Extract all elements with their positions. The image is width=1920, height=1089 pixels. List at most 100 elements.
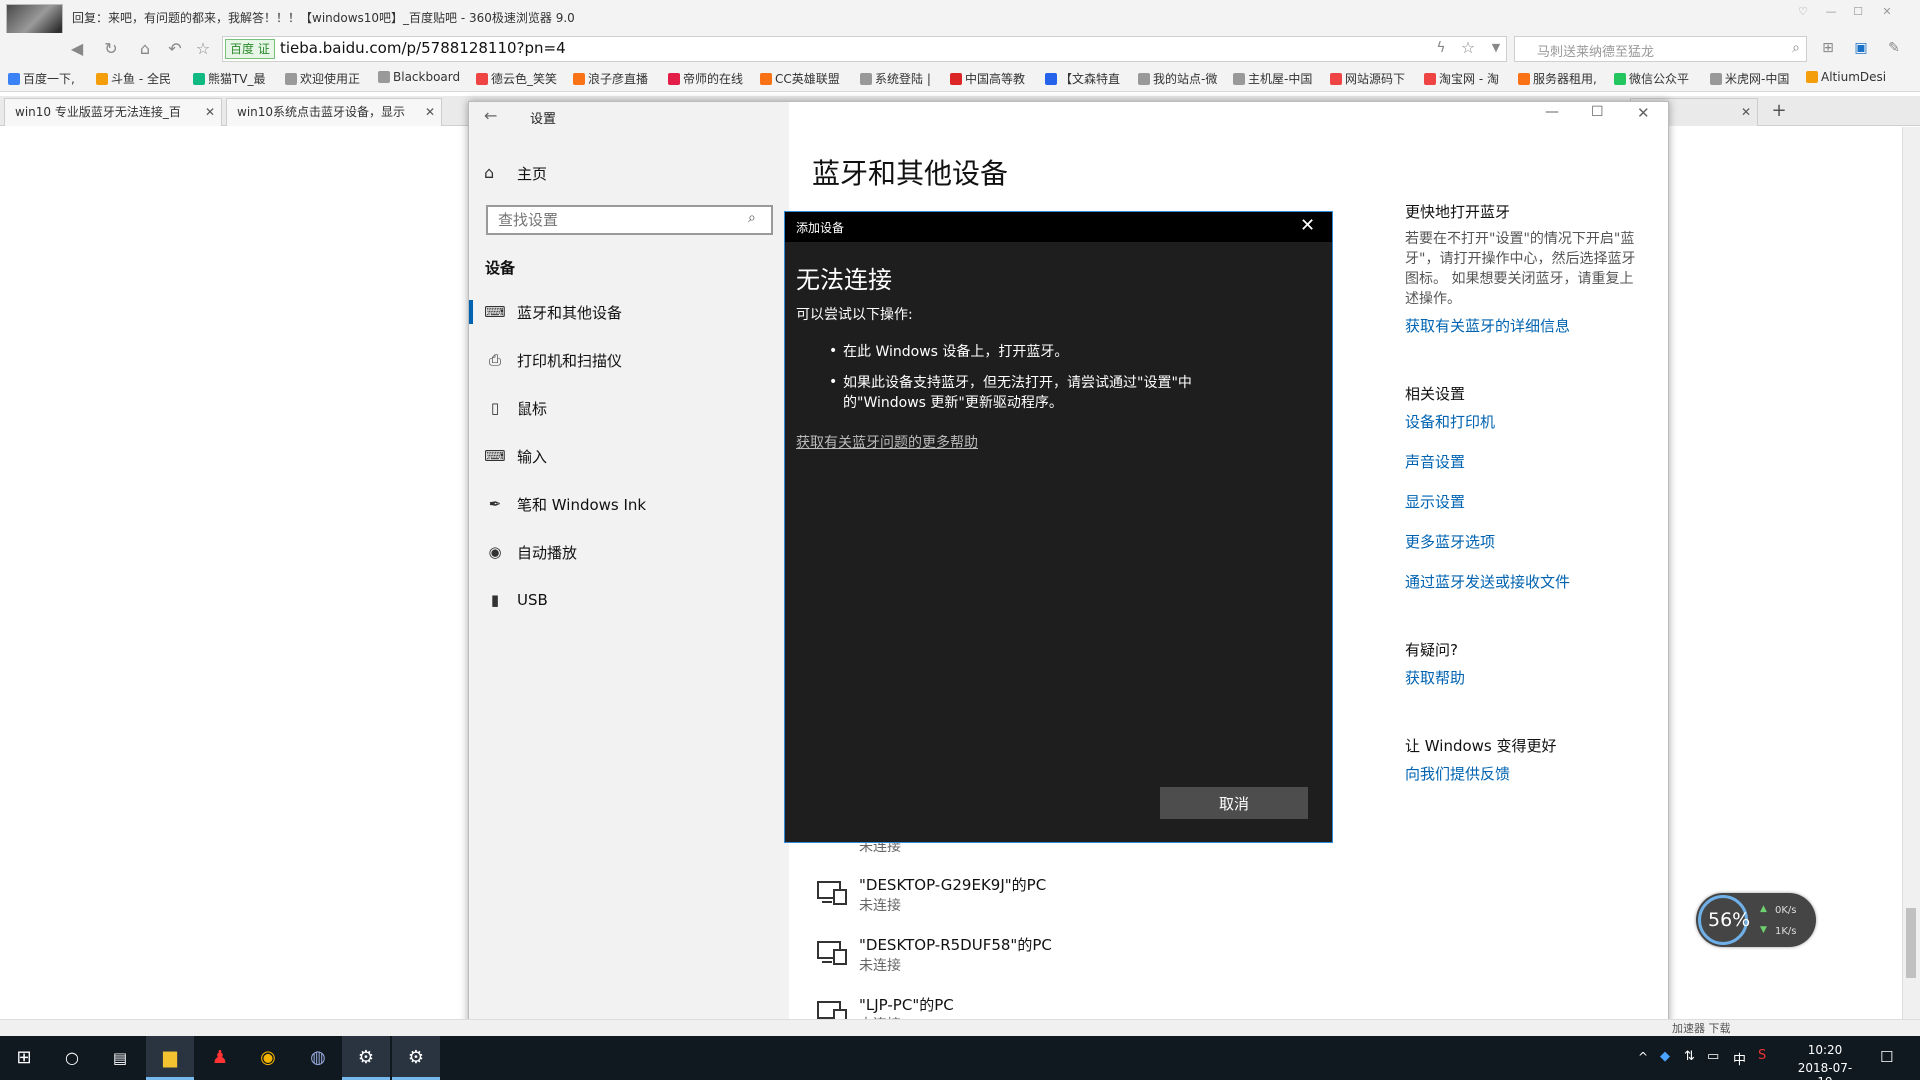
nav-label: 输入	[517, 447, 548, 466]
bookmark-item[interactable]: 熊猫TV_最	[193, 70, 266, 87]
nav-item-autoplay[interactable]: ◉ 自动播放	[484, 540, 577, 564]
bookmark-item[interactable]: 淘宝网 - 淘	[1424, 70, 1499, 87]
settings-minimize-icon[interactable]: —	[1545, 104, 1559, 120]
bookmark-item[interactable]: 米虎网-中国	[1710, 70, 1789, 87]
bookmark-item[interactable]: 主机屋-中国	[1233, 70, 1312, 87]
find-setting-input[interactable]	[486, 205, 773, 235]
display-icon[interactable]: ▭	[1707, 1049, 1719, 1064]
sound-settings-link[interactable]: 声音设置	[1405, 451, 1465, 472]
sogou-icon[interactable]: S	[1758, 1048, 1766, 1063]
undo-icon[interactable]: ↶	[164, 38, 186, 60]
minimize-icon[interactable]: —	[1820, 2, 1842, 22]
bookmark-item[interactable]: 德云色_笑笑	[476, 70, 557, 87]
nav-item-typing[interactable]: ⌨ 输入	[484, 444, 547, 468]
feedback-link[interactable]: 向我们提供反馈	[1405, 763, 1510, 784]
chrome-icon[interactable]: ◉	[244, 1036, 292, 1080]
url-text[interactable]: tieba.baidu.com/p/5788128110?pn=4	[280, 39, 566, 57]
more-bluetooth-options-link[interactable]: 更多蓝牙选项	[1405, 531, 1495, 552]
task-view-icon[interactable]: ▤	[96, 1036, 144, 1080]
bookmark-item[interactable]: 帝师的在线	[668, 70, 743, 87]
new-tab-button[interactable]: +	[1767, 100, 1791, 124]
bookmark-star-icon[interactable]: ☆	[1457, 37, 1479, 59]
bookmark-item[interactable]: 百度一下,	[8, 70, 75, 87]
reload-icon[interactable]: ↻	[100, 38, 122, 60]
download-speed: 1K/s	[1775, 926, 1797, 937]
cancel-button[interactable]: 取消	[1160, 787, 1308, 819]
lightning-icon[interactable]: ϟ	[1430, 37, 1452, 59]
tab-close-icon[interactable]: ✕	[1741, 99, 1751, 125]
search-icon[interactable]: ⌕	[748, 210, 756, 226]
clock-date[interactable]: 2018-07-19	[1795, 1061, 1855, 1089]
file-explorer-icon[interactable]: ▆	[146, 1036, 194, 1080]
settings-maximize-icon[interactable]: ☐	[1591, 104, 1604, 120]
display-settings-link[interactable]: 显示设置	[1405, 491, 1465, 512]
tab-close-icon[interactable]: ✕	[425, 99, 435, 125]
tray-expand-icon[interactable]: ^	[1638, 1050, 1648, 1064]
bluetooth-info-link[interactable]: 获取有关蓝牙的详细信息	[1405, 315, 1570, 336]
cert-badge[interactable]: 百度 证	[225, 39, 275, 59]
tray-app-icon[interactable]: ◆	[1660, 1049, 1670, 1064]
grid-icon[interactable]: ⊞	[1817, 37, 1839, 59]
back-arrow-icon[interactable]: ←	[484, 106, 497, 125]
bookmark-item[interactable]: AltiumDesi	[1806, 70, 1886, 84]
get-help-link[interactable]: 获取帮助	[1405, 667, 1465, 688]
bluetooth-help-link[interactable]: 获取有关蓝牙问题的更多帮助	[796, 432, 978, 452]
bookmark-item[interactable]: 服务器租用,	[1518, 70, 1597, 87]
settings-app-icon[interactable]: ⚙	[342, 1036, 390, 1080]
tab-1[interactable]: win10 专业版蓝牙无法连接_百 ✕	[4, 98, 222, 126]
tab-2[interactable]: win10系统点击蓝牙设备，显示 ✕	[226, 98, 442, 126]
device-name[interactable]: "DESKTOP-R5DUF58"的PC	[859, 934, 1052, 955]
dialog-close-icon[interactable]: ✕	[1300, 215, 1315, 236]
device-status: 未连接	[859, 958, 901, 974]
bookmark-item[interactable]: 网站源码下	[1330, 70, 1405, 87]
status-text[interactable]: 加速器 下载	[1672, 1020, 1731, 1036]
back-icon[interactable]: ◀	[66, 38, 88, 60]
bookmark-item[interactable]: 微信公众平	[1614, 70, 1689, 87]
search-icon[interactable]: ⌕	[1785, 37, 1807, 59]
dropdown-icon[interactable]: ▼	[1485, 37, 1507, 59]
qq-icon[interactable]: ♟	[196, 1036, 244, 1080]
home-icon[interactable]: ⌂	[134, 38, 156, 60]
close-window-icon[interactable]: ✕	[1876, 2, 1898, 22]
bookmark-item[interactable]: 斗鱼 - 全民	[96, 70, 171, 87]
page-scrollbar[interactable]	[1902, 127, 1920, 1019]
settings-app-icon-2[interactable]: ⚙	[392, 1036, 440, 1080]
browser-360-icon[interactable]: ◍	[294, 1036, 342, 1080]
send-receive-files-link[interactable]: 通过蓝牙发送或接收文件	[1405, 571, 1570, 592]
device-name[interactable]: "LJP-PC"的PC	[859, 994, 954, 1015]
nav-item-bluetooth[interactable]: ⌨ 蓝牙和其他设备	[484, 300, 622, 324]
search-input[interactable]: 马刺送莱纳德至猛龙	[1537, 41, 1654, 60]
devices-printers-link[interactable]: 设备和打印机	[1405, 411, 1495, 432]
bookmark-item[interactable]: 欢迎使用正	[285, 70, 360, 87]
nav-item-printers[interactable]: ⎙ 打印机和扫描仪	[484, 348, 622, 372]
home-icon[interactable]: ⌂	[484, 163, 494, 182]
bookmark-item[interactable]: 中国高等教	[950, 70, 1025, 87]
bookmark-item[interactable]: 系统登陆 |	[860, 70, 931, 87]
nav-item-mouse[interactable]: ▯ 鼠标	[484, 396, 547, 420]
network-icon[interactable]: ⇅	[1684, 1049, 1695, 1064]
input-language[interactable]: 中	[1733, 1049, 1746, 1068]
nav-item-pen[interactable]: ✒ 笔和 Windows Ink	[484, 492, 646, 516]
bookmark-item[interactable]: Blackboard	[378, 70, 460, 84]
home-nav-label[interactable]: 主页	[517, 163, 547, 184]
start-icon[interactable]: ⊞	[0, 1036, 48, 1080]
extension-icon[interactable]: ▣	[1850, 37, 1872, 59]
maximize-icon[interactable]: ☐	[1847, 2, 1869, 22]
bookmark-item[interactable]: 我的站点-微	[1138, 70, 1217, 87]
page-scrollbar-thumb[interactable]	[1906, 908, 1916, 978]
cortana-icon[interactable]: ○	[48, 1036, 96, 1080]
related-settings-heading: 相关设置	[1405, 385, 1466, 403]
bookmark-item[interactable]: 浪子彦直播	[573, 70, 648, 87]
bookmark-item[interactable]: 【文森特直	[1045, 70, 1120, 87]
tab-close-icon[interactable]: ✕	[205, 99, 215, 125]
question-heading: 有疑问?	[1405, 641, 1458, 659]
clock-time[interactable]: 10:20	[1795, 1043, 1855, 1057]
device-name[interactable]: "DESKTOP-G29EK9J"的PC	[859, 874, 1046, 895]
action-center-icon[interactable]: ☐	[1880, 1048, 1893, 1066]
tools-icon[interactable]: ✎	[1883, 37, 1905, 59]
skin-icon[interactable]: ♡	[1792, 2, 1814, 22]
favorite-icon[interactable]: ☆	[192, 38, 214, 60]
nav-item-usb[interactable]: ▮ USB	[484, 588, 548, 612]
settings-close-icon[interactable]: ✕	[1637, 104, 1650, 122]
bookmark-item[interactable]: CC英雄联盟	[760, 70, 840, 87]
